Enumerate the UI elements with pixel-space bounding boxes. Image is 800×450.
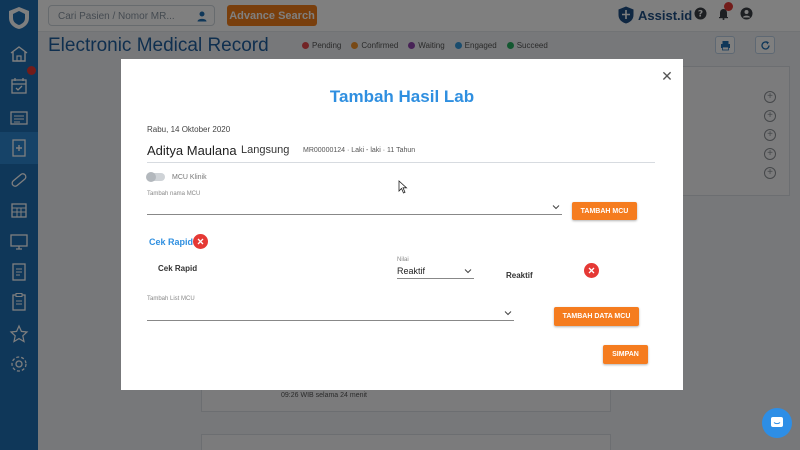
mcu-klinik-toggle[interactable] — [146, 172, 165, 182]
mouse-cursor-icon — [398, 180, 408, 194]
toggle-knob — [146, 172, 156, 182]
visit-date: Rabu, 14 Oktober 2020 — [147, 125, 231, 134]
chevron-down-icon — [504, 311, 512, 316]
mcu-name-label: Tambah nama MCU — [147, 191, 201, 197]
close-icon — [588, 267, 595, 274]
remove-section-button[interactable] — [193, 234, 208, 249]
chat-icon — [771, 417, 783, 427]
chat-button[interactable] — [762, 408, 792, 438]
patient-name: Aditya Maulana — [147, 143, 237, 158]
tambah-mcu-button[interactable]: TAMBAH MCU — [572, 202, 637, 220]
close-icon — [197, 238, 204, 245]
section-title-cek-rapid: Cek Rapid — [149, 237, 194, 247]
test-name: Cek Rapid — [158, 264, 198, 273]
tambah-data-mcu-button[interactable]: TAMBAH DATA MCU — [554, 307, 639, 326]
patient-header: Aditya Maulana Langsung MR00000124 · Lak… — [147, 143, 655, 163]
mcu-klinik-label: MCU Klinik — [172, 174, 207, 181]
result-text: Reaktif — [506, 271, 533, 280]
close-icon[interactable]: ✕ — [660, 69, 674, 83]
nilai-value: Reaktif — [397, 266, 426, 276]
remove-row-button[interactable] — [584, 263, 599, 278]
visit-type: Langsung — [241, 144, 290, 156]
chevron-down-icon — [552, 205, 560, 210]
save-button[interactable]: SIMPAN — [603, 345, 648, 364]
list-mcu-select[interactable] — [147, 307, 514, 321]
list-mcu-label: Tambah List MCU — [147, 296, 195, 302]
patient-info: MR00000124 · Laki - laki · 11 Tahun — [303, 147, 416, 154]
nilai-select[interactable]: Reaktif — [397, 265, 474, 279]
mcu-name-select[interactable] — [147, 201, 562, 215]
add-lab-result-modal: ✕ Tambah Hasil Lab Rabu, 14 Oktober 2020… — [121, 59, 683, 390]
chevron-down-icon — [464, 269, 472, 274]
nilai-label: Nilai — [397, 257, 409, 263]
modal-title: Tambah Hasil Lab — [329, 87, 475, 106]
